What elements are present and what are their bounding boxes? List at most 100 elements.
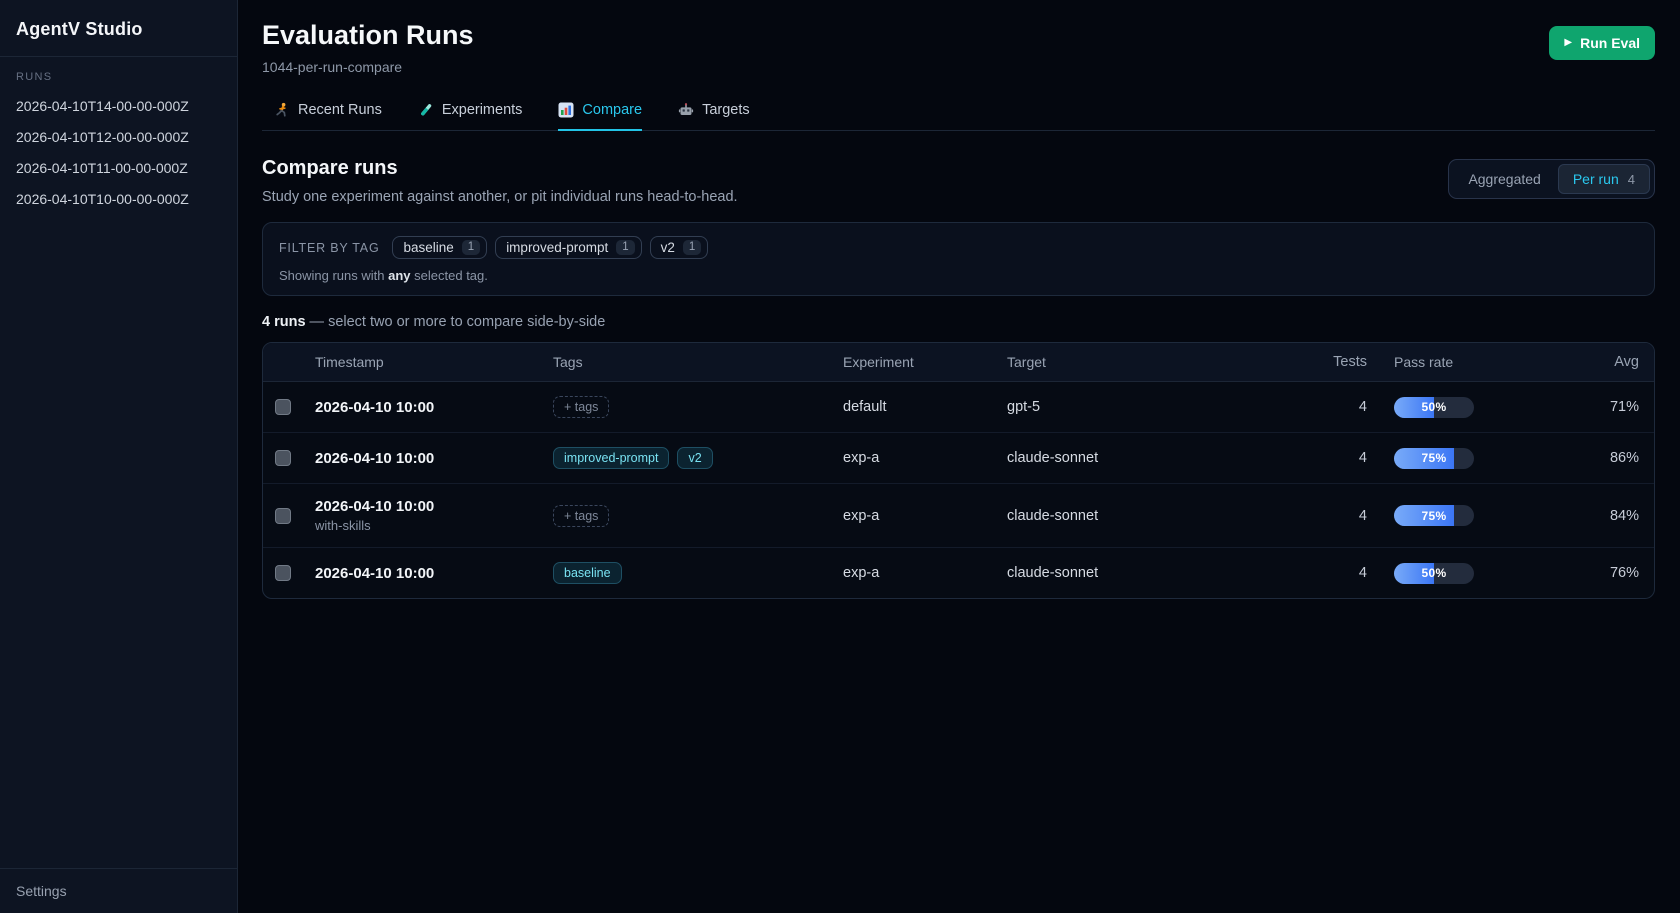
run-select-checkbox[interactable] bbox=[275, 565, 291, 581]
pass-rate-bar: 50% bbox=[1394, 397, 1474, 418]
pass-rate-bar: 75% bbox=[1394, 448, 1474, 469]
run-target: claude-sonnet bbox=[995, 450, 1229, 466]
chip-count-badge: 1 bbox=[616, 240, 634, 255]
sidebar-runs-section: RUNS 2026-04-10T14-00-00-000Z2026-04-10T… bbox=[0, 57, 237, 868]
runs-section-label: RUNS bbox=[16, 71, 221, 83]
chip-count-badge: 1 bbox=[683, 240, 701, 255]
runs-table: TimestampTagsExperimentTargetTestsPass r… bbox=[262, 342, 1655, 599]
run-avg-score: 84% bbox=[1487, 508, 1654, 524]
runs-summary: 4 runs — select two or more to compare s… bbox=[262, 314, 1655, 330]
run-tests-count: 4 bbox=[1229, 450, 1367, 466]
run-eval-label: Run Eval bbox=[1580, 35, 1640, 51]
tab-compare[interactable]: Compare bbox=[558, 102, 642, 130]
add-tags-button[interactable]: + tags bbox=[553, 505, 609, 527]
page-title: Evaluation Runs bbox=[262, 20, 474, 51]
run-timestamp: 2026-04-10 10:00 bbox=[315, 565, 541, 582]
filter-tag-chip-improved-prompt[interactable]: improved-prompt 1 bbox=[495, 236, 641, 259]
run-select-checkbox[interactable] bbox=[275, 399, 291, 415]
page-subtitle: 1044-per-run-compare bbox=[262, 59, 474, 75]
run-experiment: exp-a bbox=[831, 565, 995, 581]
app-title: AgentV Studio bbox=[0, 0, 237, 57]
sidebar-run-item[interactable]: 2026-04-10T14-00-00-000Z bbox=[16, 91, 221, 122]
column-header-avg: Avg bbox=[1487, 354, 1654, 370]
column-header-tests: Tests bbox=[1229, 354, 1367, 370]
pass-rate-label: 75% bbox=[1394, 505, 1474, 526]
run-target: gpt-5 bbox=[995, 399, 1229, 415]
tab-label: Compare bbox=[582, 102, 642, 118]
run-eval-button[interactable]: ▶ Run Eval bbox=[1549, 26, 1655, 60]
chip-label: v2 bbox=[661, 240, 675, 255]
run-tag-pill-improved-prompt[interactable]: improved-prompt bbox=[553, 447, 669, 469]
compare-section-header: Compare runs Study one experiment agains… bbox=[262, 157, 1655, 205]
tab-targets[interactable]: Targets bbox=[678, 102, 750, 130]
table-row: 2026-04-10 10:00improved-promptv2exp-acl… bbox=[263, 433, 1654, 484]
main-content: Evaluation Runs 1044-per-run-compare ▶ R… bbox=[238, 0, 1680, 913]
table-row: 2026-04-10 10:00with-skills+ tagsexp-acl… bbox=[263, 484, 1654, 548]
pass-rate-bar: 75% bbox=[1394, 505, 1474, 526]
sidebar-run-item[interactable]: 2026-04-10T12-00-00-000Z bbox=[16, 122, 221, 153]
chip-label: baseline bbox=[403, 240, 453, 255]
column-header-timestamp: Timestamp bbox=[303, 354, 541, 370]
chip-label: improved-prompt bbox=[506, 240, 608, 255]
tab-experiments[interactable]: Experiments bbox=[418, 102, 523, 130]
sidebar-footer: Settings bbox=[0, 868, 237, 913]
filter-card: FILTER BY TAG baseline1improved-prompt1v… bbox=[262, 222, 1655, 296]
runner-icon bbox=[274, 102, 290, 118]
chip-count-badge: 1 bbox=[462, 240, 480, 255]
filter-chip-list: baseline 1 improved-prompt 1 v2 1 bbox=[392, 236, 716, 259]
run-sublabel: with-skills bbox=[315, 518, 541, 533]
pass-rate-bar: 50% bbox=[1394, 563, 1474, 584]
run-timestamp: 2026-04-10 10:00 bbox=[315, 399, 541, 416]
toggle-label: Aggregated bbox=[1468, 171, 1540, 187]
add-tags-button[interactable]: + tags bbox=[553, 396, 609, 418]
toggle-per-run[interactable]: Per run4 bbox=[1558, 164, 1650, 194]
run-experiment: default bbox=[831, 399, 995, 415]
run-avg-score: 71% bbox=[1487, 399, 1654, 415]
settings-link[interactable]: Settings bbox=[16, 883, 221, 899]
sidebar-run-item[interactable]: 2026-04-10T11-00-00-000Z bbox=[16, 153, 221, 184]
column-header-target: Target bbox=[995, 354, 1229, 370]
table-row: 2026-04-10 10:00 baseline exp-aclaude-sonn… bbox=[263, 548, 1654, 598]
column-header-pass-rate: Pass rate bbox=[1367, 354, 1487, 370]
run-target: claude-sonnet bbox=[995, 565, 1229, 581]
pass-rate-label: 75% bbox=[1394, 448, 1474, 469]
toggle-label: Per run bbox=[1573, 171, 1619, 187]
filter-tag-chip-v2[interactable]: v2 1 bbox=[650, 236, 709, 259]
pass-rate-label: 50% bbox=[1394, 397, 1474, 418]
run-tag-pill-v2[interactable]: v2 bbox=[677, 447, 712, 469]
tab-bar: Recent Runs Experiments Compare Targets bbox=[262, 102, 1655, 131]
column-header-experiment: Experiment bbox=[831, 354, 995, 370]
tab-recent-runs[interactable]: Recent Runs bbox=[274, 102, 382, 130]
run-tests-count: 4 bbox=[1229, 399, 1367, 415]
test-tube-icon bbox=[418, 102, 434, 118]
run-timestamp: 2026-04-10 10:00 bbox=[315, 450, 541, 467]
filter-row: FILTER BY TAG baseline1improved-prompt1v… bbox=[279, 236, 1638, 259]
page-header: Evaluation Runs 1044-per-run-compare ▶ R… bbox=[262, 20, 1655, 75]
sidebar: AgentV Studio RUNS 2026-04-10T14-00-00-0… bbox=[0, 0, 238, 913]
toggle-aggregated[interactable]: Aggregated bbox=[1453, 164, 1555, 194]
pass-rate-label: 50% bbox=[1394, 563, 1474, 584]
table-header-row: TimestampTagsExperimentTargetTestsPass r… bbox=[263, 343, 1654, 382]
compare-subtitle: Study one experiment against another, or… bbox=[262, 189, 738, 205]
run-tests-count: 4 bbox=[1229, 565, 1367, 581]
run-tests-count: 4 bbox=[1229, 508, 1367, 524]
play-icon: ▶ bbox=[1564, 38, 1572, 48]
bar-chart-icon bbox=[558, 102, 574, 118]
column-header-tags: Tags bbox=[541, 354, 831, 370]
tab-label: Recent Runs bbox=[298, 102, 382, 118]
run-avg-score: 76% bbox=[1487, 565, 1654, 581]
run-avg-score: 86% bbox=[1487, 450, 1654, 466]
compare-title-block: Compare runs Study one experiment agains… bbox=[262, 157, 738, 205]
filter-label: FILTER BY TAG bbox=[279, 241, 379, 255]
run-select-checkbox[interactable] bbox=[275, 450, 291, 466]
filter-tag-chip-baseline[interactable]: baseline 1 bbox=[392, 236, 487, 259]
tab-label: Experiments bbox=[442, 102, 523, 118]
table-row: 2026-04-10 10:00 + tags defaultgpt-54 50% 71… bbox=[263, 382, 1654, 433]
run-experiment: exp-a bbox=[831, 508, 995, 524]
run-list: 2026-04-10T14-00-00-000Z2026-04-10T12-00… bbox=[16, 91, 221, 215]
run-tag-pill-baseline[interactable]: baseline bbox=[553, 562, 622, 584]
view-mode-toggle: Aggregated Per run4 bbox=[1448, 159, 1655, 199]
sidebar-run-item[interactable]: 2026-04-10T10-00-00-000Z bbox=[16, 184, 221, 215]
run-select-checkbox[interactable] bbox=[275, 508, 291, 524]
table-body: 2026-04-10 10:00+ tagsdefaultgpt-5450%71… bbox=[263, 382, 1654, 598]
